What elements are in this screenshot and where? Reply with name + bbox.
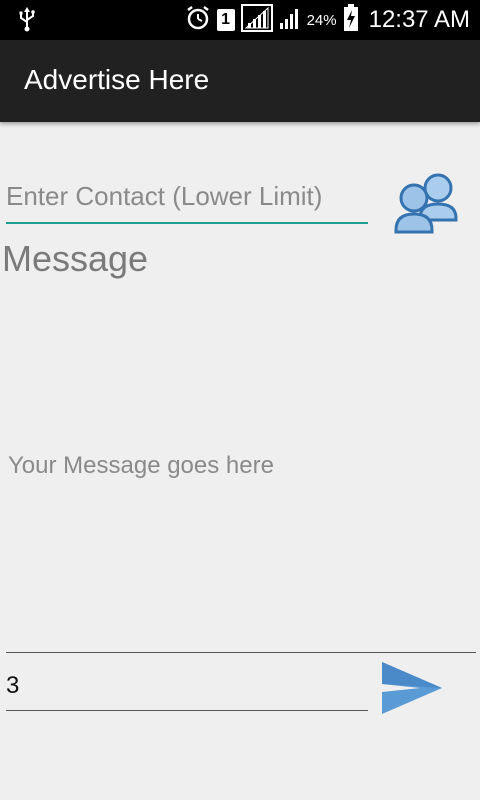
count-input[interactable] xyxy=(6,662,368,711)
signal-icon xyxy=(240,3,273,37)
app-bar: Advertise Here xyxy=(0,40,480,122)
app-title: Advertise Here xyxy=(24,64,210,95)
clock: 12:37 AM xyxy=(368,6,470,33)
usb-icon xyxy=(18,7,36,38)
signal-icon xyxy=(279,6,301,35)
message-textarea[interactable] xyxy=(6,448,476,653)
status-bar: 1 24% 12:37 AM xyxy=(0,0,480,40)
send-button[interactable] xyxy=(380,660,444,716)
sim-1-icon: 1 xyxy=(216,9,235,31)
contact-input[interactable] xyxy=(6,170,368,224)
send-icon xyxy=(380,662,444,719)
battery-percent: 24% xyxy=(306,11,337,29)
message-label: Message xyxy=(2,238,149,279)
contacts-group-icon[interactable] xyxy=(392,170,460,236)
alarm-icon xyxy=(185,5,211,36)
battery-charging-icon xyxy=(343,3,359,37)
